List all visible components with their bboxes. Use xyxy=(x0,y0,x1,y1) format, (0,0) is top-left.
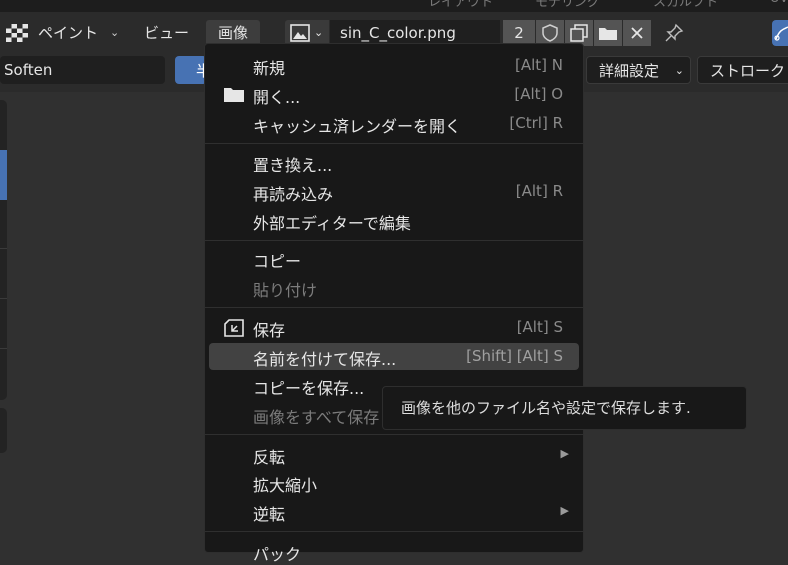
workspace-tab[interactable]: レイアウト xyxy=(428,0,493,10)
pin-icon xyxy=(665,23,684,42)
menu-item-label: 置き換え... xyxy=(253,156,333,175)
menu-item-label: キャッシュ済レンダーを開く xyxy=(253,117,462,136)
menu-item-paste[interactable]: 貼り付け xyxy=(209,274,579,301)
shortcut-text: [Shift] [Alt] S xyxy=(466,347,563,365)
stroke-dropdown[interactable]: ストローク xyxy=(697,56,788,84)
menu-item-replace[interactable]: 置き換え... xyxy=(209,149,579,176)
menu-item-label: 新規 xyxy=(253,59,286,78)
stroke-label: ストローク xyxy=(710,62,786,80)
duplicate-icon xyxy=(570,24,588,42)
menu-item-save[interactable]: 保存 [Alt] S xyxy=(209,314,579,341)
menu-separator xyxy=(205,434,583,435)
shield-icon xyxy=(542,24,558,42)
menu-separator xyxy=(205,531,583,532)
folder-icon xyxy=(224,88,244,102)
menu-separator xyxy=(205,143,583,144)
close-icon xyxy=(631,27,643,39)
menu-item-open-cached-render[interactable]: キャッシュ済レンダーを開く [Ctrl] R xyxy=(209,110,579,137)
advanced-dropdown[interactable]: 詳細設定 ⌄ xyxy=(586,56,691,84)
view-menu[interactable]: ビュー xyxy=(144,20,189,46)
menu-item-label: 画像をすべて保存 xyxy=(253,408,380,427)
image-icon xyxy=(290,24,310,42)
tool-divider xyxy=(0,298,7,299)
menu-item-save-as[interactable]: 名前を付けて保存... [Shift] [Alt] S xyxy=(209,343,579,370)
menu-separator xyxy=(205,307,583,308)
folder-icon xyxy=(599,28,617,40)
shortcut-text: [Alt] O xyxy=(514,85,563,103)
menu-item-label: 再読み込み xyxy=(253,185,334,204)
gizmo-toggle-button[interactable] xyxy=(772,20,788,46)
tool-divider xyxy=(0,248,7,249)
menu-item-label: 保存 xyxy=(253,321,286,340)
menu-item-reload[interactable]: 再読み込み [Alt] R xyxy=(209,178,579,205)
save-icon xyxy=(224,319,244,337)
brush-name-field[interactable]: Soften xyxy=(0,56,165,84)
menu-item-label: 反転 xyxy=(253,448,286,467)
menu-item-label: コピー xyxy=(253,252,302,271)
menu-item-label: 名前を付けて保存... xyxy=(253,350,397,369)
menu-item-resize[interactable]: 拡大縮小 xyxy=(209,469,579,496)
menu-item-label: 拡大縮小 xyxy=(253,476,318,495)
open-image-button[interactable] xyxy=(594,20,622,46)
menu-item-label: コピーを保存... xyxy=(253,379,365,398)
chevron-down-icon: ⌄ xyxy=(674,64,684,77)
menu-item-invert[interactable]: 逆転 ▶ xyxy=(209,498,579,525)
shortcut-text: [Ctrl] R xyxy=(509,114,563,132)
menu-item-edit-externally[interactable]: 外部エディターで編集 xyxy=(209,207,579,234)
image-menu: 新規 [Alt] N 開く... [Alt] O キャッシュ済レンダーを開く [… xyxy=(204,43,584,564)
menu-item-flip[interactable]: 反転 ▶ xyxy=(209,441,579,468)
mode-dropdown[interactable]: ペイント ⌄ xyxy=(0,20,124,46)
tool-shelf xyxy=(0,100,7,400)
shortcut-text: [Alt] R xyxy=(515,182,563,200)
submenu-arrow-icon: ▶ xyxy=(560,447,569,460)
submenu-arrow-icon: ▶ xyxy=(560,504,569,517)
workspace-tab[interactable]: UV xyxy=(770,0,788,6)
menu-item-new[interactable]: 新規 [Alt] N xyxy=(209,52,579,79)
curve-icon xyxy=(774,26,788,41)
menu-item-label: 外部エディターで編集 xyxy=(253,214,411,233)
chevron-down-icon: ⌄ xyxy=(110,26,120,39)
tooltip: 画像を他のファイル名や設定で保存します. xyxy=(382,386,747,430)
unlink-image-button[interactable] xyxy=(623,20,651,46)
menu-item-label: 貼り付け xyxy=(253,281,318,300)
advanced-label: 詳細設定 xyxy=(599,62,660,80)
workspace-tab[interactable]: スカルプト xyxy=(653,0,718,10)
pin-button[interactable] xyxy=(660,20,688,46)
workspace-tab[interactable]: モデリング xyxy=(535,0,600,10)
menu-separator xyxy=(205,240,583,241)
menu-item-pack[interactable]: パック xyxy=(209,538,579,565)
active-tool-indicator[interactable] xyxy=(0,150,7,200)
menu-item-label: 逆転 xyxy=(253,505,286,524)
menu-item-open[interactable]: 開く... [Alt] O xyxy=(209,81,579,108)
menu-item-label: 開く... xyxy=(253,88,301,107)
workspace-tabs-strip: レイアウト モデリング スカルプト UV xyxy=(0,0,788,12)
shortcut-text: [Alt] S xyxy=(516,318,563,336)
tool-divider xyxy=(0,348,7,349)
menu-item-copy[interactable]: コピー xyxy=(209,245,579,272)
mode-label: ペイント xyxy=(38,24,99,42)
paint-mode-icon xyxy=(6,24,28,42)
tool-shelf-lower xyxy=(0,408,7,453)
shortcut-text: [Alt] N xyxy=(514,56,563,74)
brush-toggle-button[interactable]: 半 xyxy=(175,56,211,84)
